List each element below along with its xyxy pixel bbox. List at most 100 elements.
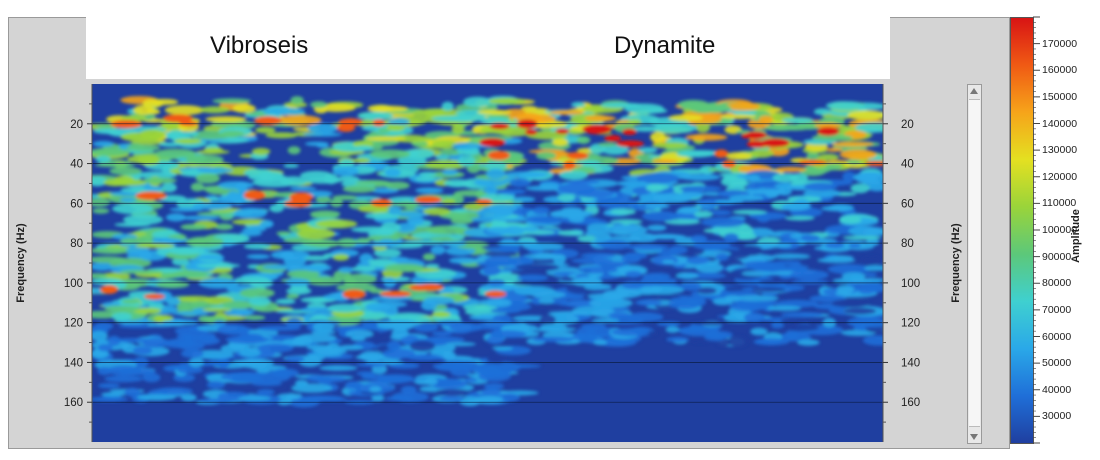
amplitude-band-mark xyxy=(843,307,877,315)
amplitude-hotspot-mark xyxy=(135,191,167,200)
scroll-thumb[interactable] xyxy=(969,99,980,427)
amplitude-band-mark xyxy=(477,109,512,115)
amplitude-band-mark xyxy=(307,352,343,357)
amplitude-band-mark xyxy=(515,263,560,272)
amplitude-band-mark xyxy=(212,98,252,104)
amplitude-band-mark xyxy=(831,141,874,147)
amplitude-band-mark xyxy=(549,110,584,115)
amplitude-band-mark xyxy=(484,161,508,170)
amplitude-hotspot-mark xyxy=(616,140,644,148)
amplitude-band-mark xyxy=(610,208,636,216)
amplitude-band-mark xyxy=(744,312,765,323)
amplitude-band-mark xyxy=(92,148,131,156)
amplitude-hotspot-mark xyxy=(243,190,266,201)
amplitude-band-mark xyxy=(375,105,409,112)
y-tick-label-left: 40 xyxy=(70,159,83,171)
amplitude-band-mark xyxy=(332,254,350,261)
amplitude-hotspot-mark xyxy=(622,128,637,136)
spectrogram-chart: 20 20 40 40 60 60 80 80 100 100 120 120 140 140 160 160 xyxy=(64,84,920,442)
amplitude-hotspot-mark xyxy=(566,152,589,160)
amplitude-band-mark xyxy=(423,207,451,216)
amplitude-band-mark xyxy=(126,144,161,152)
amplitude-band-mark xyxy=(587,293,626,300)
amplitude-band-mark xyxy=(239,349,261,357)
amplitude-band-mark xyxy=(692,321,731,326)
amplitude-band-mark xyxy=(516,274,548,282)
amplitude-band-mark xyxy=(255,126,276,134)
amplitude-band-mark xyxy=(653,122,698,134)
y-axis-label-right: Frequency (Hz) xyxy=(950,223,962,303)
amplitude-band-mark xyxy=(242,227,267,232)
amplitude-band-mark xyxy=(256,368,271,373)
amplitude-hotspot-mark xyxy=(372,119,385,127)
amplitude-band-mark xyxy=(533,327,577,333)
colorbar-title: Amplitude xyxy=(1070,209,1082,263)
amplitude-band-mark xyxy=(647,184,670,190)
amplitude-band-mark xyxy=(121,299,140,304)
amplitude-band-mark xyxy=(651,142,688,149)
amplitude-band-mark xyxy=(486,168,506,180)
amplitude-band-mark xyxy=(475,261,514,267)
amplitude-band-mark xyxy=(716,253,729,262)
amplitude-band-mark xyxy=(387,206,402,215)
amplitude-band-mark xyxy=(538,297,555,304)
amplitude-hotspot-mark xyxy=(409,284,430,291)
amplitude-band-mark xyxy=(352,158,371,164)
amplitude-band-mark xyxy=(656,321,681,327)
amplitude-band-mark xyxy=(827,255,854,260)
amplitude-band-mark xyxy=(95,155,111,163)
colorbar-tick-label: 30000 xyxy=(1042,410,1072,423)
y-tick-label-left: 100 xyxy=(64,278,83,290)
amplitude-band-mark xyxy=(158,142,183,147)
amplitude-band-mark xyxy=(450,367,471,377)
scroll-up-arrow-icon[interactable] xyxy=(970,88,978,94)
amplitude-band-mark xyxy=(283,163,299,168)
vertical-scrollbar[interactable] xyxy=(967,84,982,444)
amplitude-band-mark xyxy=(423,296,455,305)
amplitude-band-mark xyxy=(435,320,465,326)
amplitude-band-mark xyxy=(839,149,877,160)
amplitude-band-mark xyxy=(836,285,855,294)
amplitude-band-mark xyxy=(621,280,645,289)
amplitude-band-mark xyxy=(369,386,382,393)
amplitude-band-mark xyxy=(196,254,225,260)
amplitude-band-mark xyxy=(315,219,358,229)
y-tick-label-right: 100 xyxy=(901,278,920,290)
amplitude-band-mark xyxy=(369,149,411,159)
amplitude-band-mark xyxy=(725,152,753,160)
amplitude-band-mark xyxy=(180,223,207,231)
colorbar-tick-label: 120000 xyxy=(1042,170,1078,183)
amplitude-band-mark xyxy=(234,207,267,219)
amplitude-band-mark xyxy=(571,276,603,287)
amplitude-band-mark xyxy=(319,365,358,371)
y-tick-label-left: 20 xyxy=(70,119,83,131)
amplitude-band-mark xyxy=(202,307,232,312)
amplitude-band-mark xyxy=(379,238,394,244)
amplitude-band-mark xyxy=(112,203,154,215)
amplitude-band-mark xyxy=(262,264,302,270)
amplitude-band-mark xyxy=(276,231,291,236)
amplitude-band-mark xyxy=(431,311,451,318)
amplitude-band-mark xyxy=(176,302,190,312)
amplitude-band-mark xyxy=(585,230,598,236)
amplitude-band-mark xyxy=(621,254,641,264)
amplitude-band-mark xyxy=(647,224,667,231)
amplitude-band-mark xyxy=(415,187,444,194)
y-tick-label-right: 80 xyxy=(901,238,914,250)
amplitude-band-mark xyxy=(497,363,541,369)
amplitude-band-mark xyxy=(611,328,650,336)
amplitude-band-mark xyxy=(103,179,127,187)
amplitude-hotspot-mark xyxy=(525,129,538,136)
amplitude-band-mark xyxy=(842,235,882,240)
amplitude-band-mark xyxy=(327,303,363,313)
amplitude-band-mark xyxy=(821,205,850,212)
amplitude-band-mark xyxy=(97,344,113,352)
scroll-down-arrow-icon[interactable] xyxy=(970,434,978,440)
amplitude-band-mark xyxy=(825,147,844,152)
amplitude-band-mark xyxy=(781,117,814,124)
amplitude-band-mark xyxy=(484,383,504,390)
amplitude-band-mark xyxy=(233,359,262,365)
amplitude-band-mark xyxy=(568,214,585,223)
amplitude-band-mark xyxy=(171,311,209,316)
amplitude-band-mark xyxy=(558,170,589,180)
